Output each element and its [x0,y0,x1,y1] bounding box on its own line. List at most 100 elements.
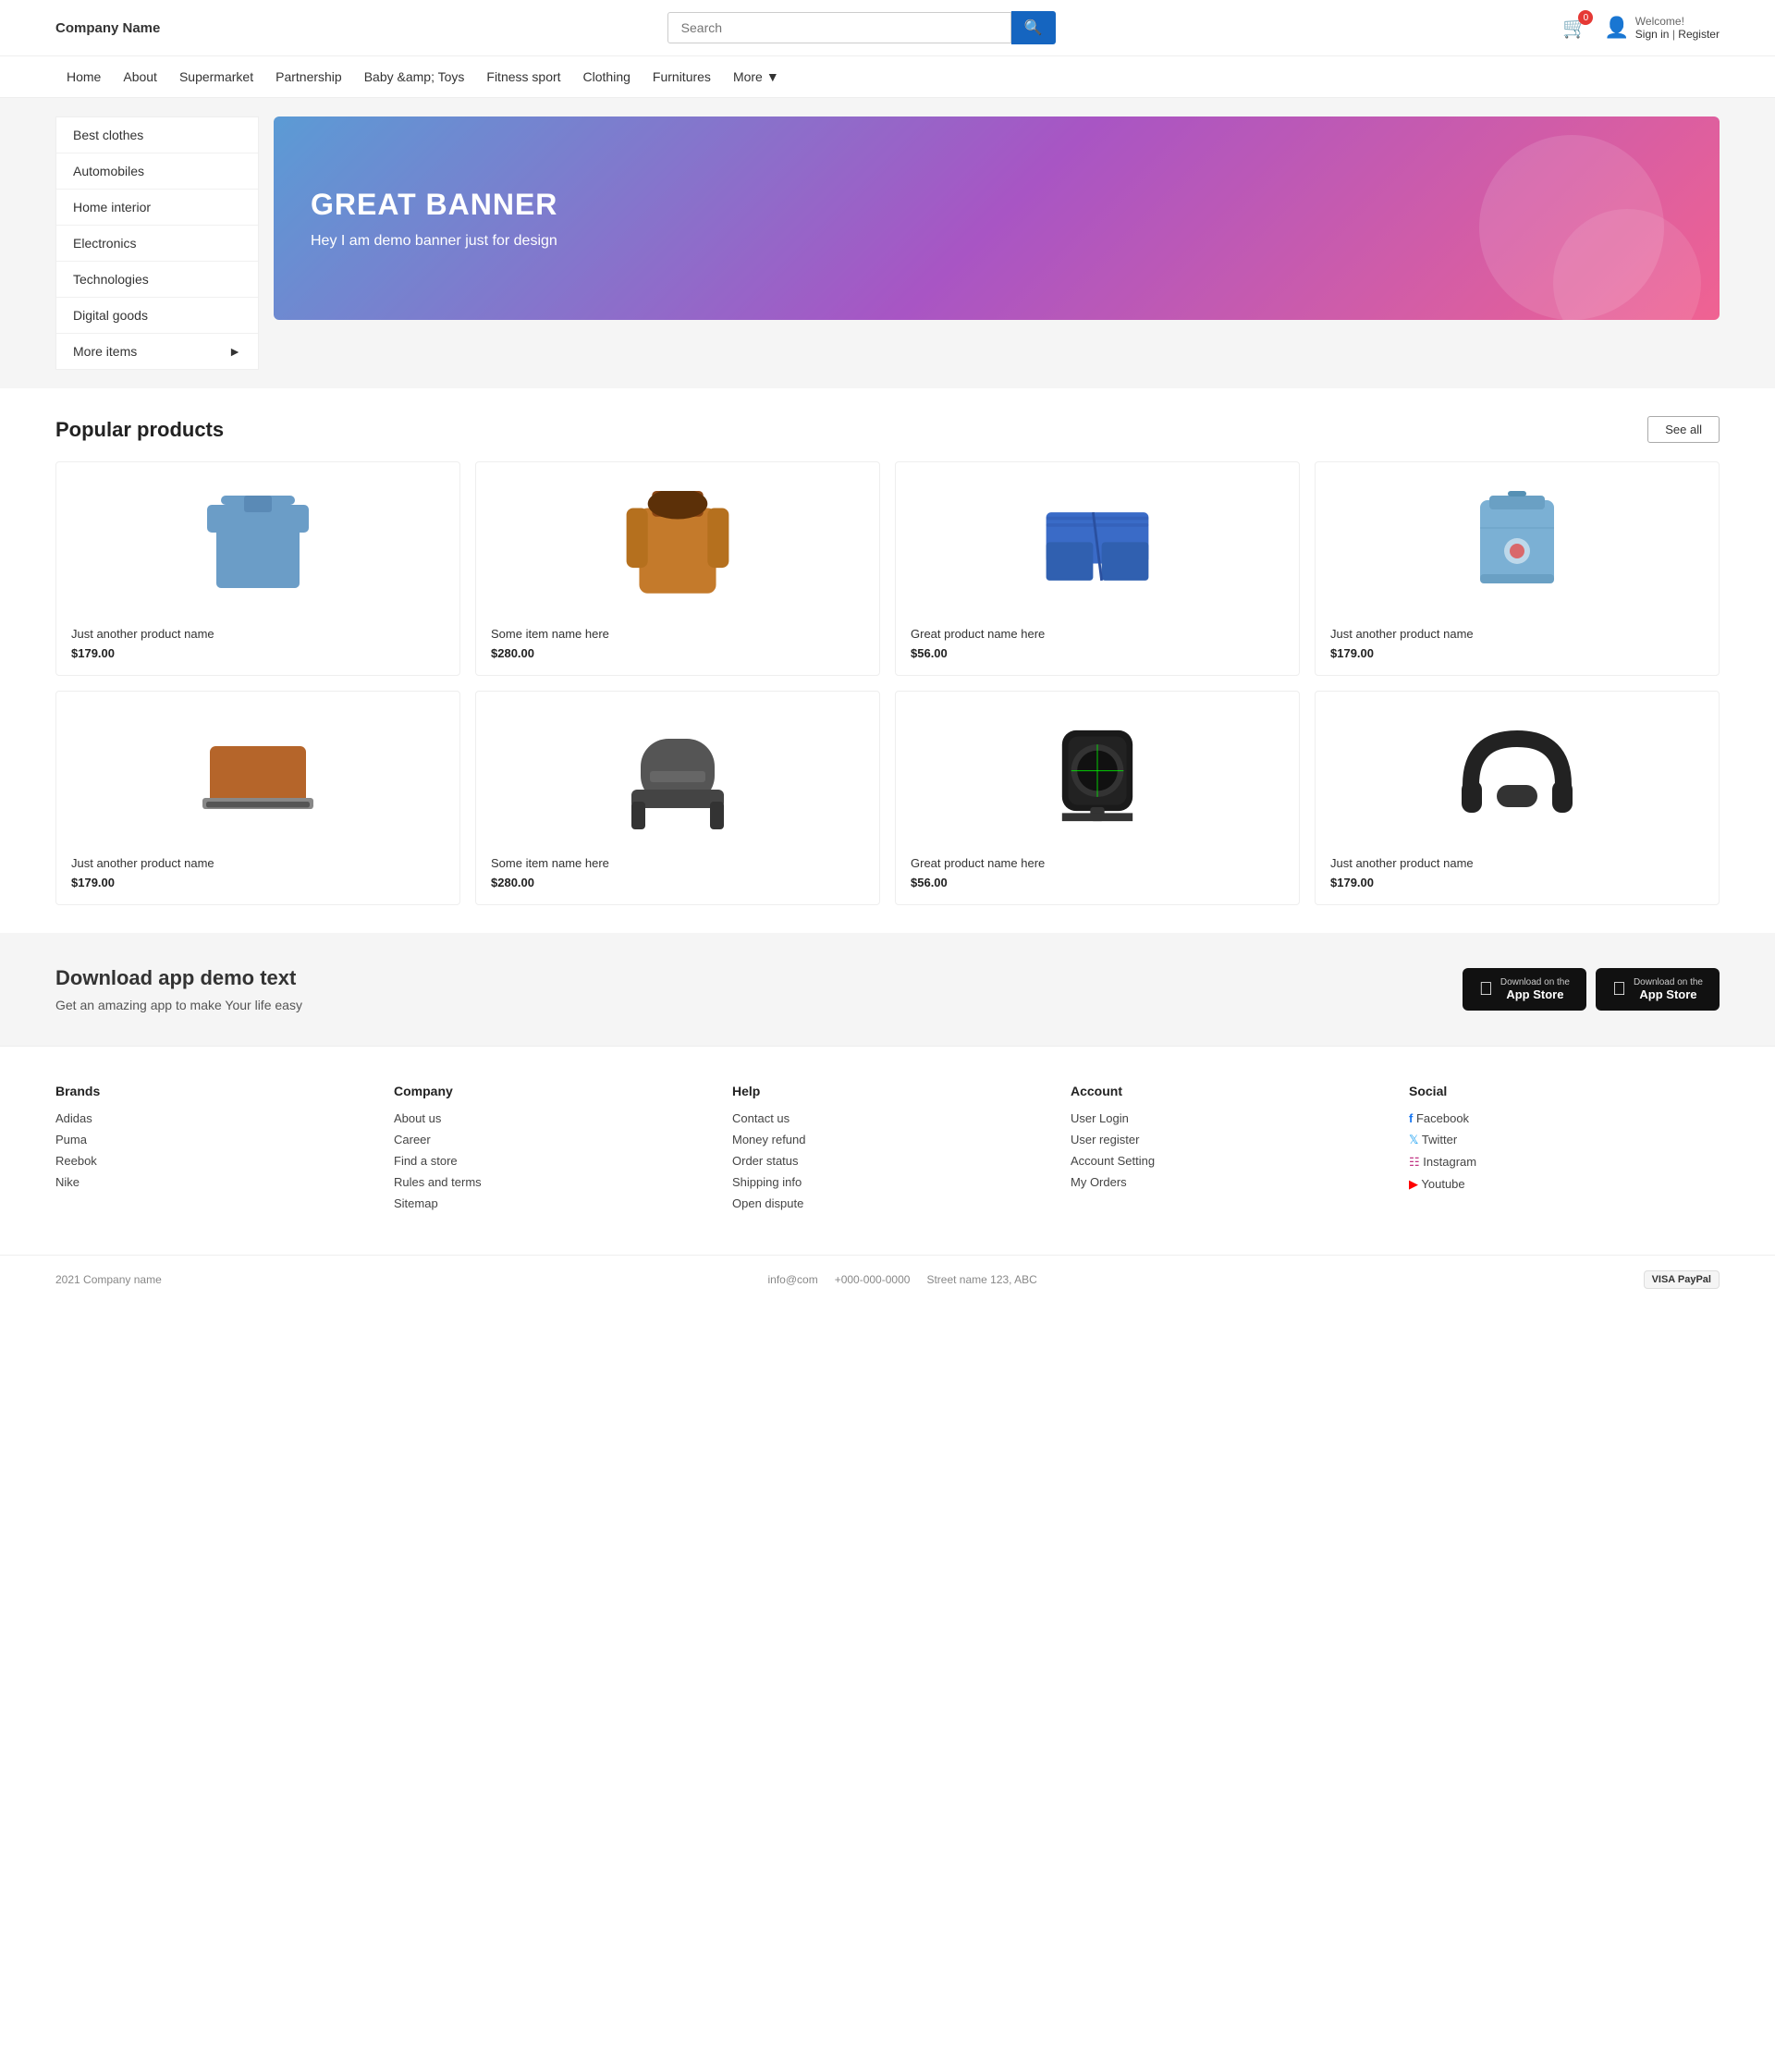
user-section[interactable]: 👤 Welcome! Sign in | Register [1604,15,1720,41]
product-card[interactable]: Just another product name $179.00 [55,691,460,905]
products-grid: Just another product name $179.00 Some i… [55,461,1720,905]
sidebar-item-digital-goods[interactable]: Digital goods [56,298,258,334]
product-name: Just another product name [71,856,445,870]
app-store-button-1[interactable]:  Download on the App Store [1463,968,1586,1011]
footer-link-instagram[interactable]: ☷ Instagram [1409,1155,1720,1170]
product-image [911,477,1284,616]
footer-link-career[interactable]: Career [394,1133,704,1146]
product-price: $56.00 [911,646,1284,660]
welcome-text: Welcome! Sign in | Register [1635,15,1720,41]
footer-link-rules[interactable]: Rules and terms [394,1175,704,1189]
company-logo: Company Name [55,20,160,36]
nav-furnitures[interactable]: Furnitures [642,56,722,97]
footer-link-user-login[interactable]: User Login [1071,1111,1381,1125]
app-buttons:  Download on the App Store  Download o… [1463,968,1720,1011]
header: Company Name 🔍 🛒 0 👤 Welcome! Sign in | … [0,0,1775,56]
footer-account: Account User Login User register Account… [1071,1084,1381,1218]
see-all-button[interactable]: See all [1647,416,1720,443]
banner-subtitle: Hey I am demo banner just for design [311,233,557,250]
register-link[interactable]: Register [1678,28,1720,41]
app-title: Download app demo text [55,966,302,990]
app-btn-main-1: App Store [1506,987,1563,1001]
nav-more-label: More [733,69,763,84]
nav-home[interactable]: Home [55,56,112,97]
payment-methods: VISA PayPal [1644,1270,1720,1289]
product-price: $179.00 [1330,876,1704,889]
app-download-section: Download app demo text Get an amazing ap… [0,933,1775,1046]
product-card[interactable]: Some item name here $280.00 [475,691,880,905]
facebook-icon: f [1409,1111,1413,1125]
footer-link-twitter[interactable]: 𝕏 Twitter [1409,1133,1720,1147]
footer-social: Social f Facebook 𝕏 Twitter ☷ Instagram … [1409,1084,1720,1218]
banner-content: GREAT BANNER Hey I am demo banner just f… [311,188,557,250]
sidebar-item-automobiles[interactable]: Automobiles [56,153,258,190]
product-image [491,477,864,616]
footer-link-dispute[interactable]: Open dispute [732,1196,1043,1210]
sign-in-link[interactable]: Sign in [1635,28,1670,41]
nav-partnership[interactable]: Partnership [264,56,353,97]
product-price: $179.00 [71,646,445,660]
footer-link-sitemap[interactable]: Sitemap [394,1196,704,1210]
product-image [71,706,445,845]
footer-link-nike[interactable]: Nike [55,1175,366,1189]
footer-link-user-register[interactable]: User register [1071,1133,1381,1146]
sidebar-item-best-clothes[interactable]: Best clothes [56,117,258,153]
sidebar-item-electronics[interactable]: Electronics [56,226,258,262]
footer-link-shipping[interactable]: Shipping info [732,1175,1043,1189]
chevron-right-icon: ► [228,344,241,359]
nav-clothing[interactable]: Clothing [572,56,642,97]
content-row: Best clothes Automobiles Home interior E… [55,116,1720,370]
cart-icon[interactable]: 🛒 0 [1562,16,1587,40]
footer-link-my-orders[interactable]: My Orders [1071,1175,1381,1189]
app-btn-main-2: App Store [1639,987,1696,1001]
footer-link-puma[interactable]: Puma [55,1133,366,1146]
product-card[interactable]: Some item name here $280.00 [475,461,880,676]
user-icon: 👤 [1604,16,1629,40]
search-button[interactable]: 🔍 [1011,11,1056,44]
footer-brands-title: Brands [55,1084,366,1098]
youtube-icon: ▶ [1409,1177,1418,1191]
footer-email: info@com [767,1273,817,1286]
footer-link-adidas[interactable]: Adidas [55,1111,366,1125]
footer-bottom: 2021 Company name info@com +000-000-0000… [0,1255,1775,1304]
nav-more[interactable]: More ▼ [722,56,790,97]
app-store-button-2[interactable]:  Download on the App Store [1596,968,1720,1011]
nav-supermarket[interactable]: Supermarket [168,56,264,97]
product-price: $280.00 [491,646,864,660]
footer-link-order-status[interactable]: Order status [732,1154,1043,1168]
product-card[interactable]: Just another product name $179.00 [55,461,460,676]
footer-link-facebook[interactable]: f Facebook [1409,1111,1720,1125]
footer-link-about-us[interactable]: About us [394,1111,704,1125]
footer-link-youtube[interactable]: ▶ Youtube [1409,1177,1720,1192]
more-items-label: More items [73,344,137,359]
app-text: Download app demo text Get an amazing ap… [55,966,302,1012]
search-bar: 🔍 [667,11,1056,44]
twitter-icon: 𝕏 [1409,1133,1418,1146]
product-card[interactable]: Great product name here $56.00 [895,461,1300,676]
nav-about[interactable]: About [112,56,168,97]
footer-link-account-setting[interactable]: Account Setting [1071,1154,1381,1168]
nav-fitness[interactable]: Fitness sport [475,56,571,97]
product-card[interactable]: Just another product name $179.00 [1315,691,1720,905]
product-card[interactable]: Great product name here $56.00 [895,691,1300,905]
chevron-down-icon: ▼ [766,69,779,84]
footer-link-reebok[interactable]: Reebok [55,1154,366,1168]
product-card[interactable]: Just another product name $179.00 [1315,461,1720,676]
sidebar-item-technologies[interactable]: Technologies [56,262,258,298]
sidebar-item-more-items[interactable]: More items ► [56,334,258,369]
product-name: Some item name here [491,856,864,870]
app-btn-sub-2: Download on the [1634,977,1703,987]
sidebar-item-home-interior[interactable]: Home interior [56,190,258,226]
footer-link-find-store[interactable]: Find a store [394,1154,704,1168]
search-input[interactable] [667,12,1011,43]
nav-baby-toys[interactable]: Baby &amp; Toys [353,56,476,97]
header-right: 🛒 0 👤 Welcome! Sign in | Register [1562,15,1720,41]
section-title: Popular products [55,418,224,442]
footer-company-title: Company [394,1084,704,1098]
footer-company: Company About us Career Find a store Rul… [394,1084,704,1218]
footer-link-refund[interactable]: Money refund [732,1133,1043,1146]
footer-social-title: Social [1409,1084,1720,1098]
sidebar: Best clothes Automobiles Home interior E… [55,116,259,370]
product-image [1330,706,1704,845]
footer-link-contact[interactable]: Contact us [732,1111,1043,1125]
